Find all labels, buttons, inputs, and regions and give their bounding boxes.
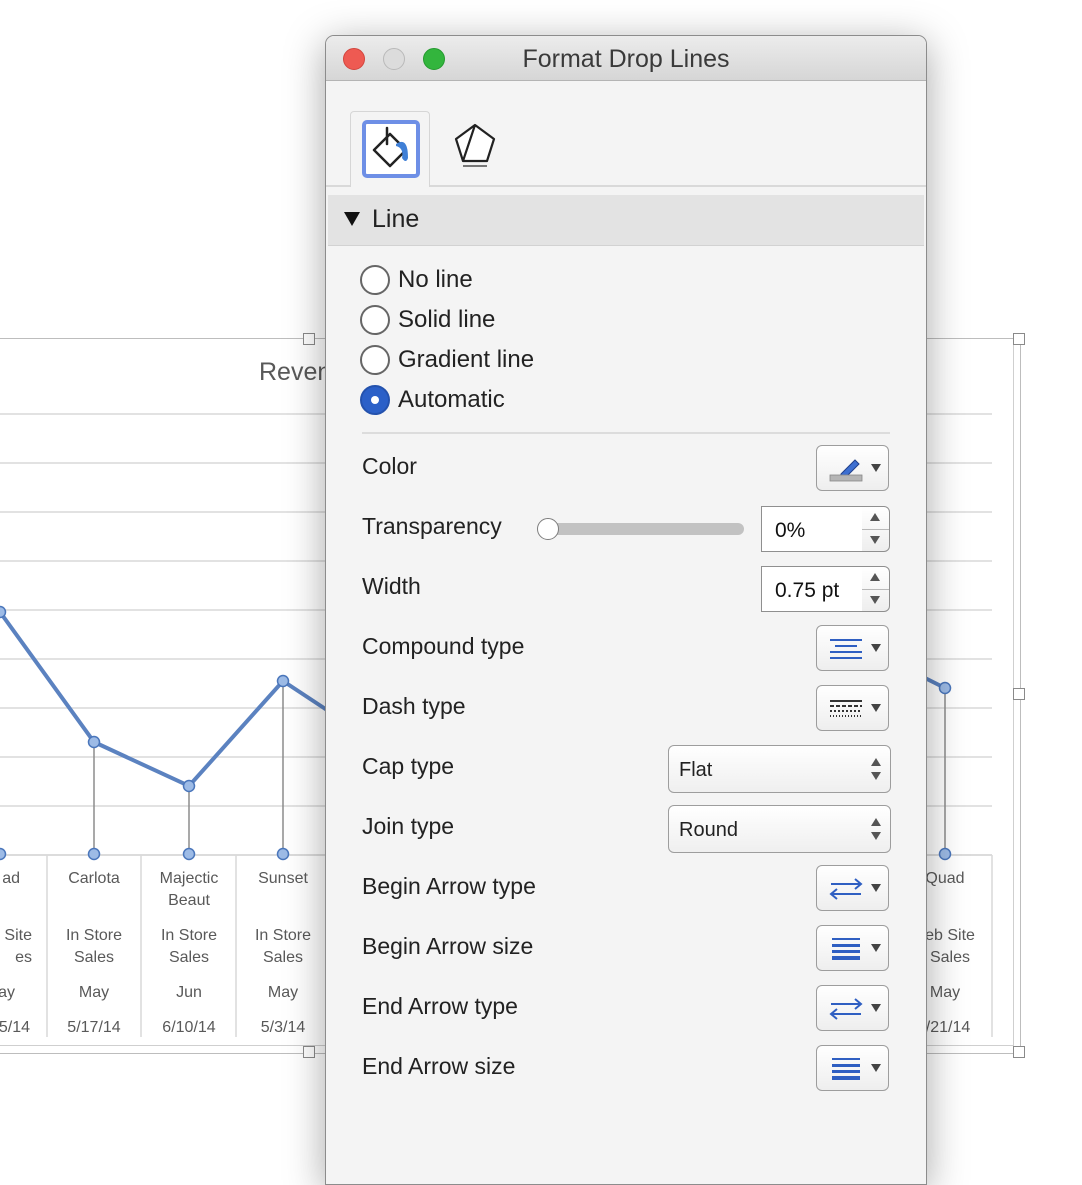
tab-fill-and-line[interactable] — [350, 111, 430, 187]
paint-bucket-icon — [362, 120, 420, 178]
end-arrow-type-label: End Arrow type — [362, 993, 518, 1019]
compound-lines-icon — [830, 639, 862, 659]
format-drop-lines-dialog: Format Drop Lines Line No line Solid lin… — [325, 35, 927, 1185]
join-type-label: Join type — [362, 813, 455, 839]
revenue-series-line — [0, 610, 332, 789]
chevron-down-icon — [871, 1064, 881, 1072]
radio-label: Gradient line — [398, 346, 535, 373]
category-channel: In Store Sales — [254, 927, 312, 966]
radio-button[interactable] — [360, 305, 390, 335]
data-point — [938, 681, 952, 695]
select-value: Flat — [679, 759, 713, 781]
pentagon-icon — [454, 123, 496, 167]
dialog-title: Format Drop Lines — [522, 45, 730, 73]
radio-button-selected[interactable] — [360, 385, 390, 415]
stepper-down-icon[interactable] — [870, 596, 880, 604]
chevron-down-icon — [871, 704, 881, 712]
drop-point — [0, 847, 7, 861]
dash-type-label: Dash type — [362, 693, 466, 719]
radio-button[interactable] — [360, 345, 390, 375]
category-month: May — [78, 984, 110, 1001]
radio-label: Automatic — [398, 386, 505, 413]
stepper-up-icon[interactable] — [870, 513, 880, 521]
data-point — [87, 735, 101, 749]
chevron-down-icon — [871, 1004, 881, 1012]
dash-type-button[interactable] — [816, 685, 889, 731]
transparency-stepper[interactable] — [862, 506, 890, 552]
color-label: Color — [362, 453, 417, 479]
radio-dot-icon — [371, 396, 379, 404]
radio-label: No line — [398, 266, 473, 293]
begin-arrow-type-button[interactable] — [816, 865, 889, 911]
category-channel: Site es — [4, 927, 32, 966]
divider — [362, 432, 890, 434]
tab-bar — [326, 81, 926, 187]
select-value: Round — [679, 819, 738, 841]
tab-effects[interactable] — [450, 121, 500, 171]
category-month: Jun — [176, 984, 202, 1001]
transparency-slider-thumb[interactable] — [537, 518, 559, 540]
category-month: ay — [0, 984, 15, 1001]
cap-type-label: Cap type — [362, 753, 455, 779]
category-month: May — [267, 984, 299, 1001]
category-date: 5/17/14 — [67, 1019, 121, 1036]
radio-button[interactable] — [360, 265, 390, 295]
category-channel: In Store Sales — [160, 927, 218, 966]
end-arrow-size-button[interactable] — [816, 1045, 889, 1091]
radio-label: Solid line — [398, 306, 496, 333]
width-input[interactable]: 0.75 pt — [761, 566, 863, 612]
drop-point — [276, 847, 290, 861]
category-name: Carlota — [68, 870, 120, 887]
width-stepper[interactable] — [862, 566, 890, 612]
category-name: ad — [2, 870, 20, 887]
pen-color-icon — [829, 459, 863, 482]
category-name: Majectic Beaut — [159, 870, 219, 909]
category-date: 6/10/14 — [162, 1019, 216, 1036]
data-point — [276, 674, 290, 688]
drop-point — [182, 847, 196, 861]
chevron-down-icon — [871, 944, 881, 952]
title-bar[interactable]: Format Drop Lines — [326, 36, 926, 81]
arrow-size-icon — [832, 1058, 860, 1080]
transparency-label: Transparency — [362, 513, 502, 539]
begin-arrow-size-button[interactable] — [816, 925, 889, 971]
transparency-slider-track[interactable] — [539, 523, 744, 535]
compound-type-label: Compound type — [362, 633, 525, 659]
data-point — [182, 779, 196, 793]
arrow-type-icon — [829, 998, 863, 1020]
stepper-up-icon[interactable] — [870, 573, 880, 581]
end-arrow-type-button[interactable] — [816, 985, 889, 1031]
stepper-down-icon[interactable] — [870, 536, 880, 544]
category-channel: In Store Sales — [65, 927, 123, 966]
begin-arrow-type-label: Begin Arrow type — [362, 873, 536, 899]
end-arrow-size-label: End Arrow size — [362, 1053, 516, 1079]
chevron-down-icon — [871, 884, 881, 892]
line-section-header[interactable]: Line — [328, 195, 924, 246]
begin-arrow-size-label: Begin Arrow size — [362, 933, 534, 959]
chart-title: Reven — [259, 358, 332, 386]
chevron-down-icon — [871, 464, 881, 472]
category-date: 5/14 — [0, 1019, 30, 1036]
section-title: Line — [372, 205, 420, 233]
transparency-input[interactable]: 0% — [761, 506, 863, 552]
updown-arrows-icon — [870, 756, 882, 782]
drop-point — [938, 847, 952, 861]
arrow-size-icon — [832, 938, 860, 960]
updown-arrows-icon — [870, 816, 882, 842]
data-point — [0, 605, 7, 619]
color-picker-button[interactable] — [816, 445, 889, 491]
drop-point — [87, 847, 101, 861]
width-label: Width — [362, 573, 421, 599]
category-name: Sunset — [258, 870, 308, 887]
dash-lines-icon — [830, 700, 862, 717]
disclosure-triangle-icon[interactable] — [344, 212, 360, 226]
join-type-select[interactable]: Round — [668, 805, 891, 853]
category-date: 5/3/14 — [260, 1019, 306, 1036]
arrow-type-icon — [829, 878, 863, 900]
cap-type-select[interactable]: Flat — [668, 745, 891, 793]
chevron-down-icon — [871, 644, 881, 652]
compound-type-button[interactable] — [816, 625, 889, 671]
